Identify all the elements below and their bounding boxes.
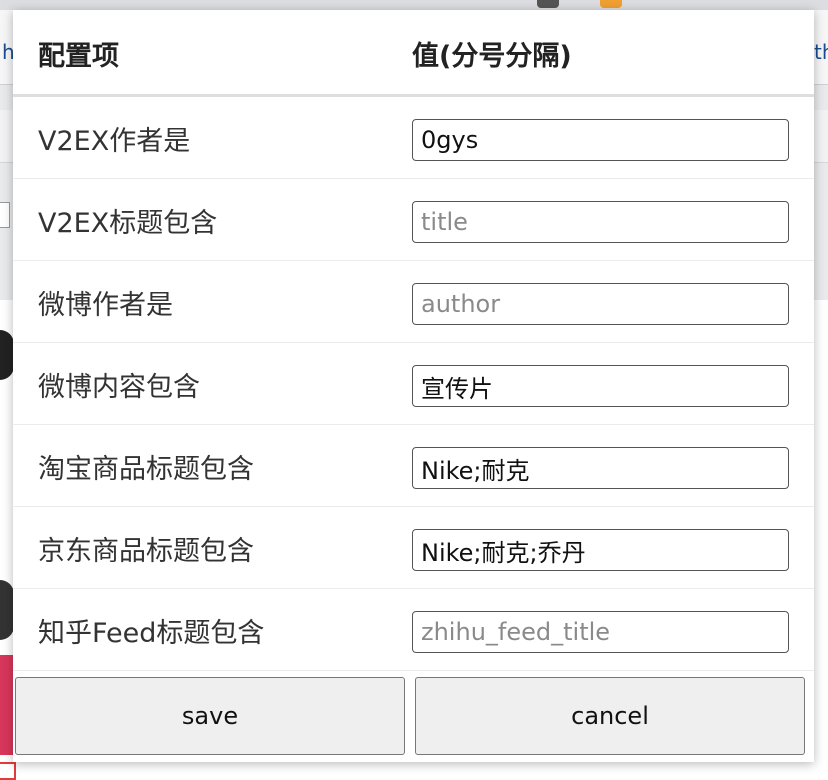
product-thumbnail[interactable] xyxy=(0,655,14,755)
row-label: 微博作者是 xyxy=(38,290,173,321)
browser-tab-bar xyxy=(0,0,828,10)
table-row: 京东商品标题包含 xyxy=(13,507,814,589)
header-value: 值(分号分隔) xyxy=(412,41,572,72)
table-header: 配置项 值(分号分隔) xyxy=(13,10,814,97)
row-label: 知乎Feed标题包含 xyxy=(38,618,265,649)
row-label: 京东商品标题包含 xyxy=(38,536,254,567)
zhihu-feed-title-input[interactable] xyxy=(412,611,789,653)
row-label: V2EX标题包含 xyxy=(38,208,218,239)
weibo-author-input[interactable] xyxy=(412,283,789,325)
settings-popup: 配置项 值(分号分隔) V2EX作者是 V2EX标题包含 微博作者是 微博内容包… xyxy=(13,10,814,762)
row-label: 淘宝商品标题包含 xyxy=(38,454,254,485)
product-thumbnail[interactable] xyxy=(0,580,14,640)
table-row: 微博内容包含 xyxy=(13,343,814,425)
page-checkbox[interactable] xyxy=(0,202,10,228)
table-row: 微博作者是 xyxy=(13,261,814,343)
jd-title-input[interactable] xyxy=(412,529,789,571)
table-row: V2EX作者是 xyxy=(13,97,814,179)
row-label: 微博内容包含 xyxy=(38,372,200,403)
highlight-box xyxy=(0,762,16,780)
product-thumbnail[interactable] xyxy=(0,330,14,380)
save-button[interactable]: save xyxy=(15,677,405,755)
weibo-content-input[interactable] xyxy=(412,365,789,407)
extension-badge-icon[interactable] xyxy=(537,0,559,8)
row-label: V2EX作者是 xyxy=(38,126,191,157)
header-key: 配置项 xyxy=(38,41,119,72)
v2ex-author-input[interactable] xyxy=(412,119,789,161)
extension-count-badge[interactable] xyxy=(600,0,622,8)
table-row: V2EX标题包含 xyxy=(13,179,814,261)
table-row: 淘宝商品标题包含 xyxy=(13,425,814,507)
cancel-button[interactable]: cancel xyxy=(415,677,805,755)
bookmark-fragment-right[interactable]: th xyxy=(814,40,828,64)
table-row: 知乎Feed标题包含 xyxy=(13,589,814,671)
taobao-title-input[interactable] xyxy=(412,447,789,489)
v2ex-title-input[interactable] xyxy=(412,201,789,243)
